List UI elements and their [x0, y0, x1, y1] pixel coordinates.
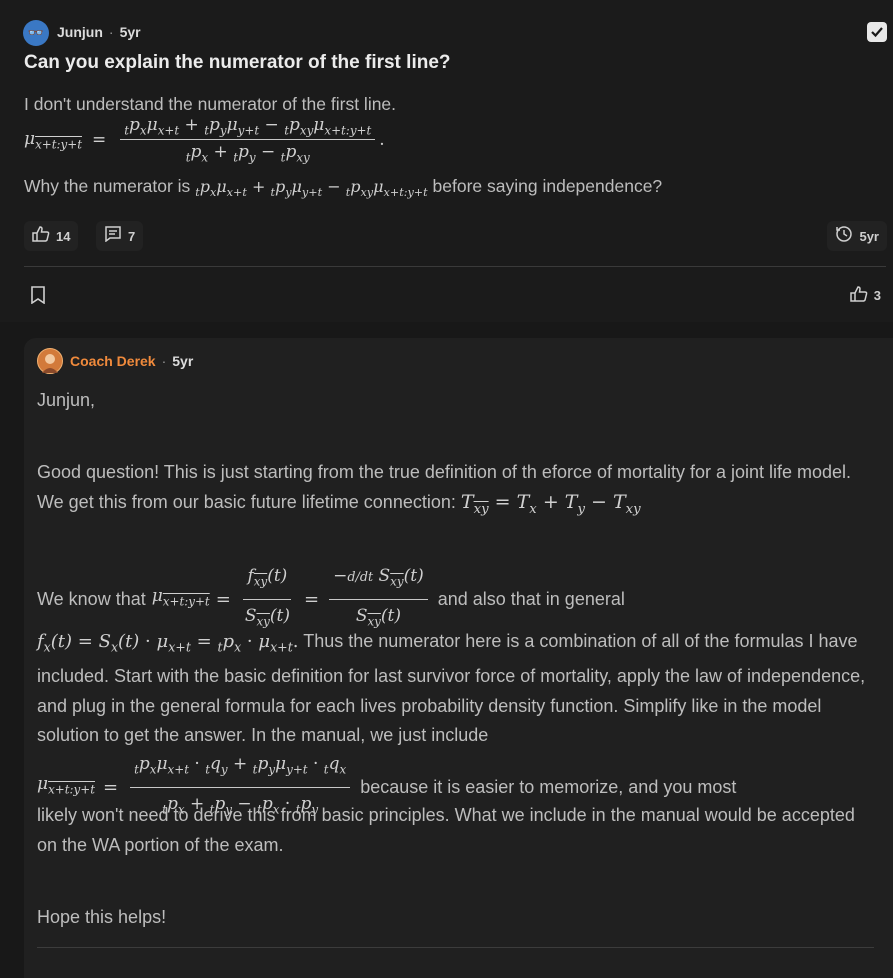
comment-count: 7	[128, 228, 136, 244]
avatar[interactable]: 👓	[23, 20, 49, 46]
answer-explanation: fx(t) = Sx(t) · μx+t = tpx · μx+t. Thus …	[37, 631, 866, 746]
history-icon	[835, 225, 853, 248]
divider	[37, 947, 874, 948]
answer-paragraph: Good question! This is just starting fro…	[37, 462, 852, 517]
question-why: Why the numerator is tpxμx+t + tpyμy+t −…	[24, 176, 663, 200]
footer-like-count: 3	[873, 288, 881, 303]
like-button[interactable]: 14	[24, 221, 79, 251]
answer-conclusion: likely won't need to derive this from ba…	[37, 805, 855, 855]
question-body: I don't understand the numerator of the …	[24, 94, 397, 114]
comment-button[interactable]: 7	[96, 221, 144, 251]
post-time: 5yr	[119, 24, 141, 40]
answer-definition: We know that μx+t:y+t = fxy(t) Sxy(t) = …	[37, 562, 877, 637]
answer-meta: Coach Derek · 5yr	[70, 353, 194, 369]
comment-icon	[104, 225, 122, 247]
like-count: 14	[56, 228, 71, 244]
answer-closing: Hope this helps!	[37, 907, 167, 927]
question-card: 👓 Junjun · 5yr Can you explain the numerat…	[0, 0, 893, 322]
author-name[interactable]: Junjun	[57, 24, 103, 40]
bookmark-icon[interactable]	[30, 286, 46, 305]
why-prefix: Why the numerator is	[24, 176, 191, 196]
why-suffix: before saying independence?	[432, 176, 663, 196]
author-name[interactable]: Coach Derek	[70, 353, 156, 369]
check-badge-icon[interactable]	[867, 22, 887, 42]
question-equation: μx+t:y+t = tpxμx+t + tpyμy+t − tpxyμx+t:…	[24, 115, 385, 165]
question-meta: Junjun · 5yr	[57, 24, 141, 40]
avatar[interactable]	[37, 348, 63, 374]
thumbs-up-icon	[850, 286, 868, 305]
divider	[24, 266, 886, 267]
post-time: 5yr	[172, 353, 194, 369]
answer-card: Coach Derek · 5yr Junjun, Good question! T…	[24, 338, 893, 978]
question-title: Can you explain the numerator of the fir…	[24, 52, 451, 73]
answer-greeting: Junjun,	[37, 390, 96, 410]
history-time: 5yr	[859, 228, 879, 244]
thumbs-up-icon	[32, 225, 50, 247]
footer-like-button[interactable]: 3	[850, 286, 881, 305]
history-button[interactable]: 5yr	[827, 221, 887, 251]
